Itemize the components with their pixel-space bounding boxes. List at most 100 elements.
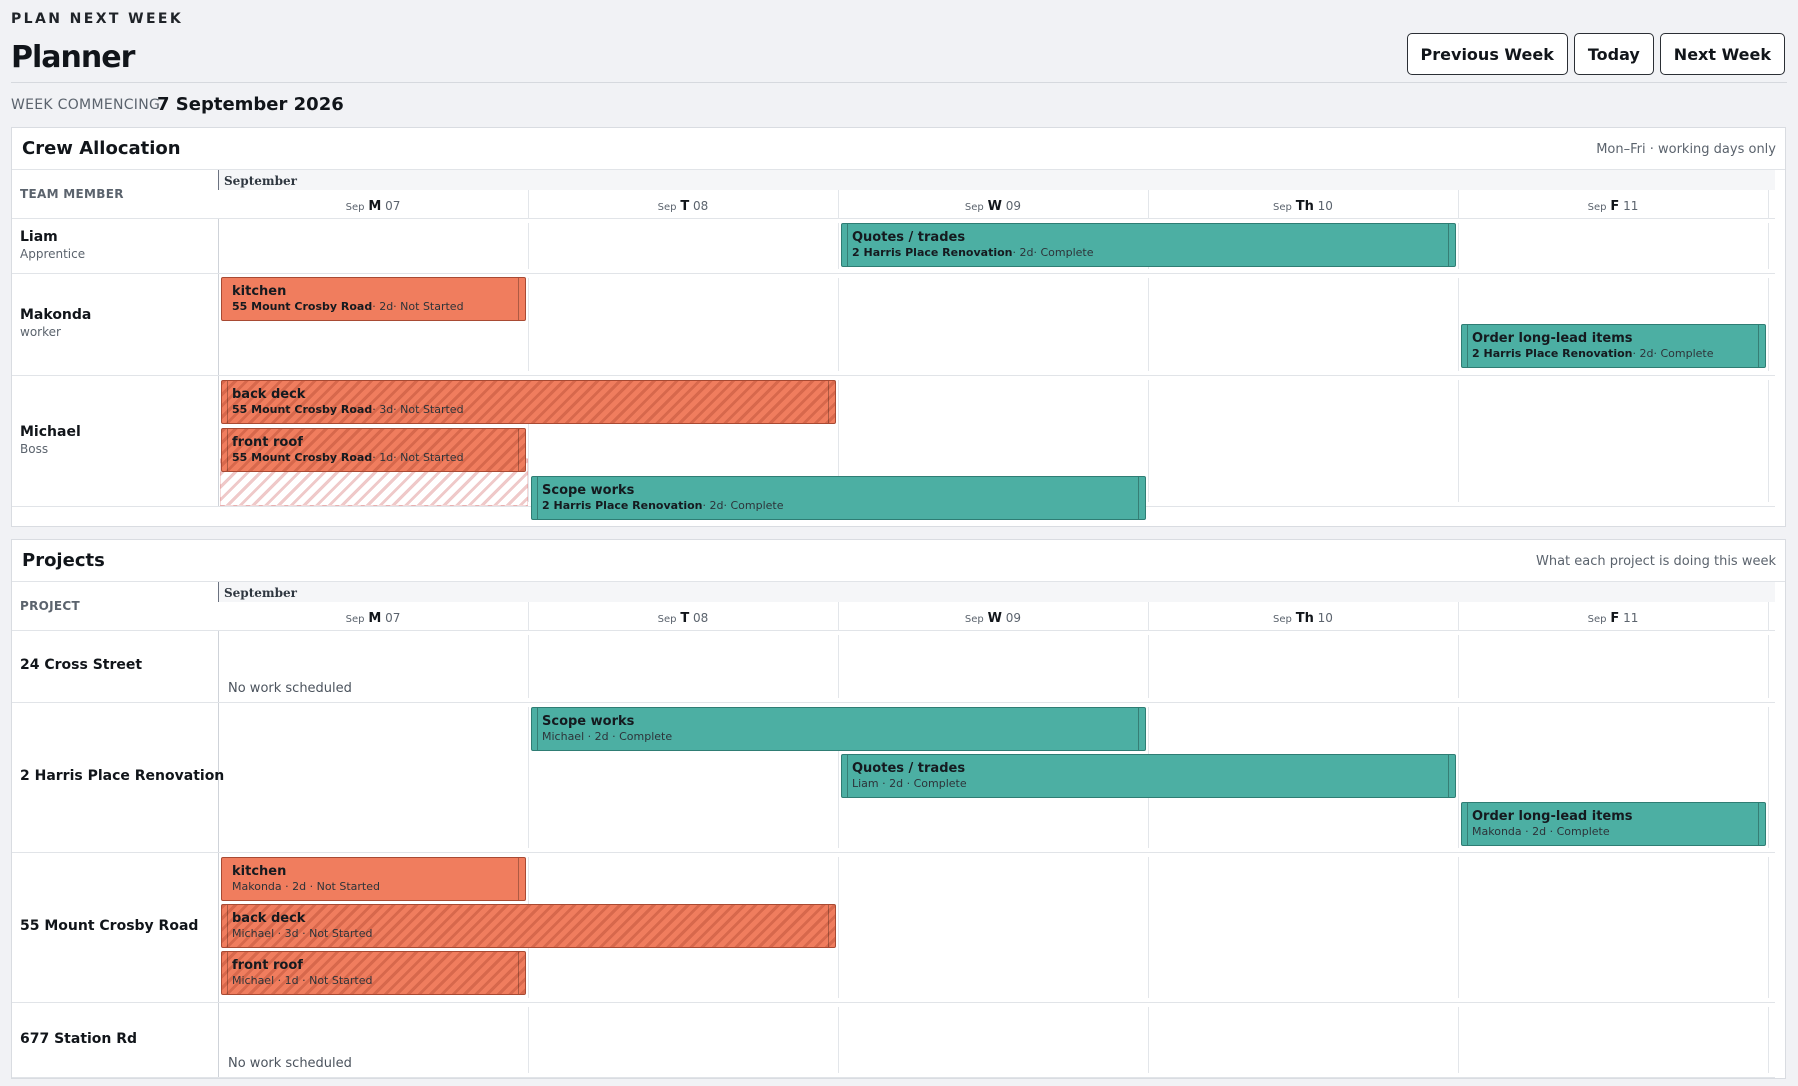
task-bar[interactable]: back deck Michael · 3d · Not Started [221,904,836,948]
resize-handle[interactable] [828,381,835,423]
resize-handle[interactable] [842,755,848,797]
day-gridline [1458,278,1459,371]
resize-handle[interactable] [222,905,228,947]
task-details: · 2d· Complete [1012,246,1094,259]
day-gridline [1768,707,1769,848]
day-header: Sep T 08 [528,602,838,631]
next-week-button[interactable]: Next Week [1659,33,1785,75]
day-divider [1768,602,1769,631]
day-month: Sep [657,202,677,213]
resize-handle[interactable] [1138,708,1145,750]
resize-handle[interactable] [1448,755,1455,797]
week-commencing-date: 7 September 2026 [157,94,344,115]
day-number: 11 [1623,611,1639,625]
day-gridline [1458,1007,1459,1073]
day-gridline [1148,635,1149,698]
day-gridline [1768,223,1769,269]
day-gridline [838,635,839,698]
day-number: 09 [1005,199,1022,213]
day-month: Sep [1587,202,1607,213]
day-weekday: F [1610,611,1620,626]
day-gridline [528,707,529,848]
day-gridline [1148,1007,1149,1073]
resize-handle[interactable] [1758,325,1765,367]
crew-member-role: Apprentice [20,247,86,261]
day-divider [1458,602,1459,631]
task-title: Order long-lead items [1472,331,1633,346]
task-meta: Michael · 3d · Not Started [232,927,373,940]
task-title: Quotes / trades [852,761,966,776]
task-bar[interactable]: Quotes / trades Liam · 2d · Complete [841,754,1456,798]
crew-member-label: Michael Boss [20,424,81,456]
day-number: 10 [1317,199,1333,213]
no-work-message: No work scheduled [228,681,352,696]
day-header: Sep W 09 [838,602,1148,631]
resize-handle[interactable] [222,381,228,423]
task-meta: Michael · 1d · Not Started [232,974,373,987]
resize-handle[interactable] [532,708,538,750]
task-bar[interactable]: Scope works Michael · 2d · Complete [531,707,1146,751]
task-project: 55 Mount Crosby Road [232,300,373,313]
day-gridline [1148,278,1149,371]
task-bar[interactable]: Order long-lead items Makonda · 2d · Comp… [1461,802,1766,846]
project-name: 55 Mount Crosby Road [20,918,199,934]
project-label: 2 Harris Place Renovation [20,768,224,784]
resize-handle[interactable] [1758,803,1765,845]
task-bar[interactable]: Order long-lead items 2 Harris Place Reno… [1461,324,1766,368]
task-bar[interactable]: front roof Michael · 1d · Not Started [221,951,526,995]
month-label: September [224,586,297,600]
day-gridline [1768,857,1769,998]
projects-column-header: PROJECT September Sep M 07 Sep T 08 Sep W … [12,582,1775,631]
day-gridline [1148,857,1149,998]
resize-handle[interactable] [828,905,835,947]
resize-handle[interactable] [222,429,228,471]
day-month: Sep [964,202,984,213]
resize-handle[interactable] [518,429,525,471]
day-header: Sep M 07 [218,602,528,631]
day-month: Sep [964,614,984,625]
project-column-label: PROJECT [20,599,80,613]
task-details: · 2d· Complete [702,499,784,512]
day-gridline [1768,380,1769,502]
resize-handle[interactable] [518,278,525,320]
task-bar[interactable]: kitchen 55 Mount Crosby Road· 2d· Not Sta… [221,277,526,321]
day-gridline [528,635,529,698]
task-bar[interactable]: back deck 55 Mount Crosby Road· 3d· Not S… [221,380,836,424]
day-number: 11 [1623,199,1639,213]
day-divider [528,602,529,631]
resize-handle[interactable] [1462,325,1468,367]
task-meta: 55 Mount Crosby Road· 1d· Not Started [232,451,515,465]
day-divider [1148,602,1149,631]
resize-handle[interactable] [1138,477,1145,519]
header-divider [11,82,1787,83]
day-gridline [1768,278,1769,371]
task-details: · 1d· Not Started [372,451,464,464]
task-bar[interactable]: front roof 55 Mount Crosby Road· 1d· Not … [221,428,526,472]
resize-handle[interactable] [222,952,228,994]
previous-week-button[interactable]: Previous Week [1406,33,1568,75]
resize-handle[interactable] [1462,803,1468,845]
crew-column-header: TEAM MEMBER September Sep M 07 Sep T 08 Se… [12,170,1775,219]
page-title: Planner [11,40,135,75]
crew-member-name: Makonda [20,307,92,323]
day-header: Sep W 09 [838,190,1148,219]
day-weekday: T [680,199,690,214]
day-gridline [838,278,839,371]
task-bar[interactable]: Scope works 2 Harris Place Renovation· 2d… [531,476,1146,520]
task-details: · 3d· Not Started [372,403,464,416]
resize-handle[interactable] [518,858,525,900]
task-bar[interactable]: Quotes / trades 2 Harris Place Renovation… [841,223,1456,267]
resize-handle[interactable] [518,952,525,994]
resize-handle[interactable] [1448,224,1455,266]
task-meta: 2 Harris Place Renovation· 2d· Complete [852,246,1445,260]
day-month: Sep [1587,614,1607,625]
day-weekday: Th [1295,199,1314,214]
task-bar[interactable]: kitchen Makonda · 2d · Not Started [221,857,526,901]
day-month: Sep [1273,202,1292,213]
crew-member-label: Makonda worker [20,307,91,339]
resize-handle[interactable] [842,224,848,266]
day-gridline [1768,1007,1769,1073]
today-button[interactable]: Today [1573,33,1654,75]
project-label: 677 Station Rd [20,1031,137,1047]
resize-handle[interactable] [532,477,538,519]
